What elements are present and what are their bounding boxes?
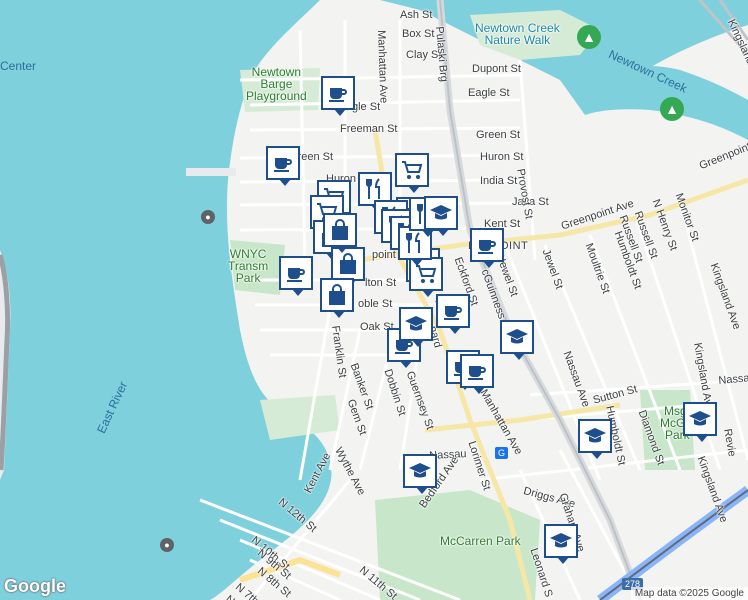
graduation-cap-icon [583,424,607,448]
cafe-marker[interactable] [321,76,355,116]
street-milton-st: lton St [365,277,397,289]
shop-marker[interactable] [320,278,354,318]
street-dupont-st: Dupont St [472,63,521,75]
street-freeman-st: Freeman St [340,123,398,135]
shopping-bag-icon [328,218,352,242]
coffee-cup-icon [326,81,350,105]
graduation-cap-icon [404,312,428,336]
fork-knife-icon [363,177,387,201]
label-newtown-barge-playground: Newtown Barge Playground [246,65,307,103]
graduation-cap-icon [429,201,453,225]
coffee-cup-icon [271,151,295,175]
shop-marker[interactable] [323,213,357,253]
street-noble-st: oble St [358,298,393,310]
cafe-marker[interactable] [470,228,504,268]
label-newtown-creek-nature-walk: Newtown Creek Nature Walk [475,21,560,47]
park-tree-icon: ▲ [660,97,684,121]
cafe-marker[interactable] [460,354,494,394]
street-manhattan-ave-north: Manhattan Ave [375,29,390,104]
cafe-marker[interactable] [279,256,313,296]
school-marker[interactable] [403,454,437,494]
school-marker[interactable] [424,196,458,236]
school-marker[interactable] [399,307,433,347]
cafe-marker[interactable] [266,146,300,186]
ferry-icon: ● [201,210,215,224]
map-attribution[interactable]: Map data ©2025 Google [630,587,748,600]
park-tree-icon: ▲ [577,25,601,49]
street-huron-st-east: Huron St [480,151,524,163]
shopping-cart-icon [400,158,424,182]
street-eagle-st-east: Eagle St [468,87,510,99]
school-marker[interactable] [683,402,717,442]
ferry-icon: ● [160,538,174,552]
street-green-st-east: Green St [476,129,521,141]
coffee-cup-icon [475,233,499,257]
coffee-cup-icon [465,359,489,383]
school-marker[interactable] [544,524,578,564]
street-box-st: Box St [402,28,435,40]
grocery-marker[interactable] [395,153,429,193]
cafe-marker[interactable] [436,294,470,334]
coffee-cup-icon [441,299,465,323]
label-mccarren-park: McCarren Park [440,534,521,548]
label-center: Center [0,59,37,73]
graduation-cap-icon [408,459,432,483]
subway-badge: G [495,447,509,459]
school-marker[interactable] [578,419,612,459]
school-marker[interactable] [500,320,534,360]
label-wnyc-transmitter-park: WNYC Transm Park [228,247,269,285]
shopping-bag-icon [325,283,349,307]
coffee-cup-icon [284,261,308,285]
street-eagle-st-west: gle St [352,101,381,113]
graduation-cap-icon [505,325,529,349]
street-india-st: India St [480,175,518,187]
shopping-bag-icon [336,252,360,276]
map-canvas[interactable]: ▲ ▲ ● ● G 278 Center East River Newtown Cr… [0,0,748,600]
google-logo: Google [4,576,66,596]
street-ash-st: Ash St [400,9,433,21]
graduation-cap-icon [549,529,573,553]
graduation-cap-icon [688,407,712,431]
